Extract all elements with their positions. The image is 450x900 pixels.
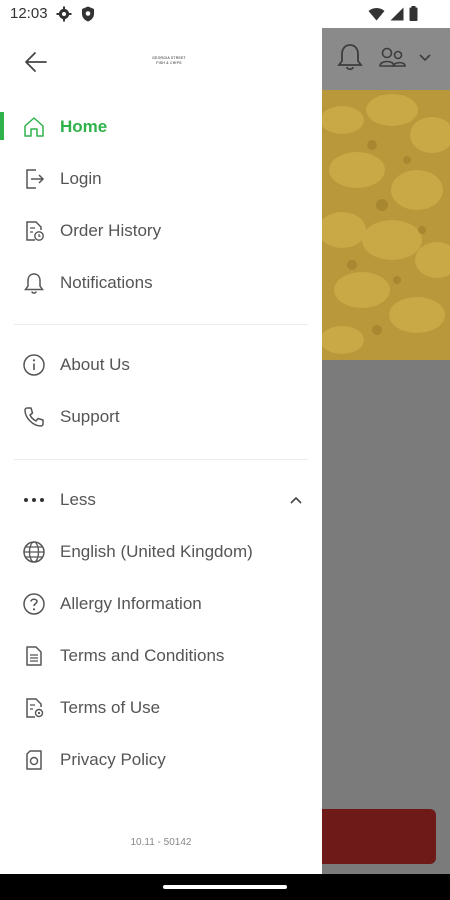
home-gesture-handle[interactable] (163, 885, 287, 889)
menu-label: About Us (60, 355, 130, 374)
gear-icon (56, 6, 72, 22)
wifi-icon (368, 7, 385, 21)
menu-label: English (United Kingdom) (60, 542, 253, 561)
menu-label: Order History (60, 221, 162, 240)
globe-icon (22, 540, 46, 564)
menu-divider (14, 459, 308, 460)
background-header (322, 28, 450, 90)
menu-label: Home (60, 117, 108, 136)
menu-label: Allergy Information (60, 594, 202, 613)
back-arrow-icon[interactable] (22, 48, 50, 76)
menu-item-order-history[interactable]: Order History (0, 209, 322, 253)
menu-item-allergy-information[interactable]: Allergy Information (0, 582, 322, 626)
menu-item-login[interactable]: Login (0, 157, 322, 201)
app-version: 10.11 - 50142 (130, 837, 192, 848)
bell-icon[interactable] (336, 42, 364, 72)
info-icon (22, 353, 46, 377)
battery-icon (409, 6, 418, 21)
menu-item-home[interactable]: Home (0, 105, 322, 149)
menu-item-terms-and-conditions[interactable]: Terms and Conditions (0, 634, 322, 678)
document-icon (22, 644, 46, 668)
system-navigation-bar (0, 874, 450, 900)
background-action-button[interactable] (322, 809, 436, 864)
menu-item-support[interactable]: Support (0, 395, 322, 439)
order-history-icon (22, 219, 46, 243)
food-photo (322, 90, 450, 360)
privacy-icon (22, 748, 46, 772)
status-time: 12:03 (10, 5, 48, 22)
status-bar: 12:03 (0, 0, 450, 28)
users-icon[interactable] (379, 46, 407, 68)
navigation-drawer: GEORGIA STREET FISH & CHIPS Home Login O… (0, 28, 322, 874)
chevron-down-icon[interactable] (418, 53, 432, 63)
menu-item-about-us[interactable]: About Us (0, 343, 322, 387)
menu-item-privacy-policy[interactable]: Privacy Policy (0, 738, 322, 782)
home-icon (22, 115, 46, 139)
brand-logo: GEORGIA STREET FISH & CHIPS (152, 56, 186, 65)
document-settings-icon (22, 696, 46, 720)
menu-label: Notifications (60, 273, 153, 292)
menu-item-language[interactable]: English (United Kingdom) (0, 530, 322, 574)
menu-label: Login (60, 169, 102, 188)
question-icon (22, 592, 46, 616)
more-horizontal-icon (22, 488, 46, 512)
chevron-up-icon (288, 492, 304, 508)
menu-item-terms-of-use[interactable]: Terms of Use (0, 686, 322, 730)
login-icon (22, 167, 46, 191)
menu-label: Terms of Use (60, 698, 161, 717)
signal-icon (390, 7, 404, 21)
menu-label: Less (60, 490, 96, 509)
menu-item-notifications[interactable]: Notifications (0, 261, 322, 305)
phone-icon (22, 405, 46, 429)
menu-label: Support (60, 407, 120, 426)
shield-icon (81, 6, 95, 22)
menu-toggle-less[interactable]: Less (0, 478, 322, 522)
bell-icon (22, 271, 46, 295)
menu-divider (14, 324, 308, 325)
menu-label: Privacy Policy (60, 750, 166, 769)
menu-label: Terms and Conditions (60, 646, 225, 665)
